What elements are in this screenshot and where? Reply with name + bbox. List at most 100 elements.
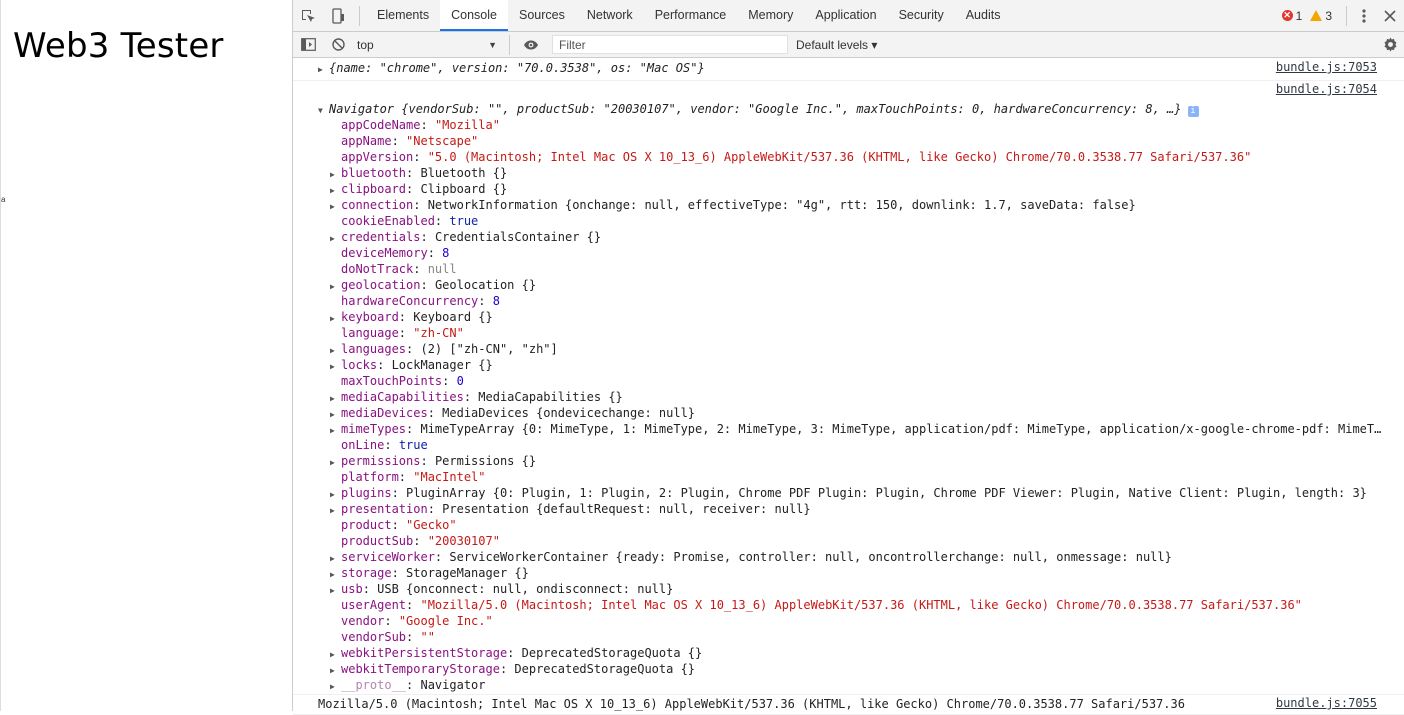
tab-memory[interactable]: Memory bbox=[737, 0, 804, 31]
tab-security[interactable]: Security bbox=[888, 0, 955, 31]
property-row: hardwareConcurrency: 8 bbox=[341, 294, 500, 308]
expand-triangle-icon[interactable]: ▶ bbox=[330, 199, 341, 213]
source-link[interactable]: bundle.js:7054 bbox=[1276, 82, 1377, 96]
devtools-tabbar: Elements Console Sources Network Perform… bbox=[293, 0, 1404, 32]
console-message-1: bundle.js:7053 ▶ {name: "chrome", version… bbox=[293, 57, 1404, 81]
expand-triangle-icon[interactable]: ▶ bbox=[330, 167, 341, 181]
property-row: deviceMemory: 8 bbox=[341, 246, 450, 260]
property-value: DeprecatedStorageQuota {} bbox=[521, 646, 703, 660]
property-row[interactable]: ▶ geolocation: Geolocation {} bbox=[330, 277, 1404, 293]
property-row[interactable]: ▶ permissions: Permissions {} bbox=[330, 453, 1404, 469]
property-row[interactable]: ▶ mimeTypes: MimeTypeArray {0: MimeType, … bbox=[330, 421, 1404, 437]
expand-triangle-icon[interactable]: ▶ bbox=[330, 663, 341, 677]
source-link[interactable]: bundle.js:7055 bbox=[1276, 696, 1377, 710]
expand-triangle-icon[interactable]: ▶ bbox=[330, 583, 341, 597]
console-message-3: bundle.js:7055 Mozilla/5.0 (Macintosh; I… bbox=[293, 695, 1404, 715]
property-row[interactable]: ▶ __proto__: Navigator bbox=[330, 677, 1404, 693]
tab-audits[interactable]: Audits bbox=[955, 0, 1012, 31]
property-row[interactable]: ▶ serviceWorker: ServiceWorkerContainer {… bbox=[330, 549, 1404, 565]
property-key: bluetooth bbox=[341, 166, 407, 180]
property-key: productSub bbox=[341, 534, 414, 548]
device-toolbar-icon[interactable] bbox=[323, 0, 353, 31]
property-row: vendor: "Google Inc." bbox=[341, 614, 493, 628]
property-key: serviceWorker bbox=[341, 550, 435, 564]
context-selector[interactable]: top ▼ bbox=[353, 35, 503, 55]
property-row[interactable]: ▶ credentials: CredentialsContainer {} bbox=[330, 229, 1404, 245]
property-key: cookieEnabled bbox=[341, 214, 435, 228]
toolbar-separator bbox=[509, 34, 510, 55]
expand-triangle-icon[interactable]: ▶ bbox=[330, 359, 341, 373]
expand-triangle-icon[interactable]: ▶ bbox=[330, 503, 341, 517]
error-count: 1 bbox=[1295, 8, 1303, 23]
property-row[interactable]: ▶ webkitPersistentStorage: DeprecatedStor… bbox=[330, 645, 1404, 661]
expand-triangle-icon[interactable]: ▶ bbox=[318, 62, 329, 76]
collapse-triangle-icon[interactable]: ▼ bbox=[318, 103, 329, 117]
warning-counter[interactable]: 3 bbox=[1310, 9, 1332, 23]
expand-triangle-icon[interactable]: ▶ bbox=[330, 311, 341, 325]
devtools-panel: Elements Console Sources Network Perform… bbox=[292, 0, 1404, 715]
expand-triangle-icon[interactable]: ▶ bbox=[330, 423, 341, 437]
error-counter[interactable]: ✕ 1 bbox=[1281, 8, 1303, 23]
property-key: storage bbox=[341, 566, 392, 580]
property-key: mediaDevices bbox=[341, 406, 428, 420]
property-value: "20030107" bbox=[427, 534, 500, 548]
property-row: productSub: "20030107" bbox=[341, 534, 500, 548]
property-row[interactable]: ▶ languages: (2) ["zh-CN", "zh"] bbox=[330, 341, 1404, 357]
tab-performance[interactable]: Performance bbox=[644, 0, 738, 31]
property-value: Clipboard {} bbox=[420, 182, 508, 196]
tab-application[interactable]: Application bbox=[804, 0, 887, 31]
expand-triangle-icon[interactable]: ▶ bbox=[330, 567, 341, 581]
property-row[interactable]: ▶ bluetooth: Bluetooth {} bbox=[330, 165, 1404, 181]
property-key: appName bbox=[341, 134, 392, 148]
live-expression-eye-icon[interactable] bbox=[516, 29, 546, 60]
expand-triangle-icon[interactable]: ▶ bbox=[330, 231, 341, 245]
property-value: "5.0 (Macintosh; Intel Mac OS X 10_13_6)… bbox=[427, 150, 1252, 164]
settings-gear-icon[interactable] bbox=[1375, 29, 1404, 60]
property-key: appVersion bbox=[341, 150, 414, 164]
property-row[interactable]: ▶ plugins: PluginArray {0: Plugin, 1: Plu… bbox=[330, 485, 1404, 501]
tab-elements[interactable]: Elements bbox=[366, 0, 440, 31]
property-row[interactable]: ▶ keyboard: Keyboard {} bbox=[330, 309, 1404, 325]
expand-triangle-icon[interactable]: ▶ bbox=[330, 647, 341, 661]
property-row[interactable]: ▶ connection: NetworkInformation {onchang… bbox=[330, 197, 1404, 213]
property-key: geolocation bbox=[341, 278, 421, 292]
sidebar-toggle-icon[interactable] bbox=[293, 29, 323, 60]
property-value: CredentialsContainer {} bbox=[434, 230, 602, 244]
expand-triangle-icon[interactable]: ▶ bbox=[330, 391, 341, 405]
property-row[interactable]: ▶ webkitTemporaryStorage: DeprecatedStora… bbox=[330, 661, 1404, 677]
property-row[interactable]: ▶ presentation: Presentation {defaultRequ… bbox=[330, 501, 1404, 517]
property-value: Navigator bbox=[420, 678, 486, 692]
console-toolbar: top ▼ Filter Default levels ▾ bbox=[293, 32, 1404, 58]
tab-network[interactable]: Network bbox=[576, 0, 644, 31]
expand-triangle-icon[interactable]: ▶ bbox=[330, 679, 341, 693]
property-row[interactable]: ▶ locks: LockManager {} bbox=[330, 357, 1404, 373]
tab-sources[interactable]: Sources bbox=[508, 0, 576, 31]
property-key: locks bbox=[341, 358, 378, 372]
more-options-icon[interactable] bbox=[1353, 0, 1375, 31]
message-text: {name: "chrome", version: "70.0.3538", o… bbox=[329, 61, 705, 75]
property-row: product: "Gecko" bbox=[341, 518, 457, 532]
log-levels-dropdown[interactable]: Default levels ▾ bbox=[796, 38, 877, 52]
property-row[interactable]: ▶ storage: StorageManager {} bbox=[330, 565, 1404, 581]
expand-triangle-icon[interactable]: ▶ bbox=[330, 279, 341, 293]
property-value: (2) ["zh-CN", "zh"] bbox=[420, 342, 558, 356]
expand-triangle-icon[interactable]: ▶ bbox=[330, 407, 341, 421]
property-row[interactable]: ▶ clipboard: Clipboard {} bbox=[330, 181, 1404, 197]
expand-triangle-icon[interactable]: ▶ bbox=[330, 183, 341, 197]
expand-triangle-icon[interactable]: ▶ bbox=[330, 343, 341, 357]
page-viewport: Web3 Tester a bbox=[0, 0, 292, 711]
expand-triangle-icon[interactable]: ▶ bbox=[330, 551, 341, 565]
source-link[interactable]: bundle.js:7053 bbox=[1276, 60, 1377, 74]
inspect-element-icon[interactable] bbox=[293, 0, 323, 31]
property-row[interactable]: ▶ usb: USB {onconnect: null, ondisconnect… bbox=[330, 581, 1404, 597]
filter-input[interactable]: Filter bbox=[552, 35, 788, 54]
property-value: "MacIntel" bbox=[413, 470, 486, 484]
property-value: Presentation {defaultRequest: null, rece… bbox=[442, 502, 811, 516]
clear-console-icon[interactable] bbox=[323, 29, 353, 60]
tab-console[interactable]: Console bbox=[440, 0, 508, 31]
expand-triangle-icon[interactable]: ▶ bbox=[330, 487, 341, 501]
property-row[interactable]: ▶ mediaCapabilities: MediaCapabilities {} bbox=[330, 389, 1404, 405]
property-row[interactable]: ▶ mediaDevices: MediaDevices {ondevicecha… bbox=[330, 405, 1404, 421]
expand-triangle-icon[interactable]: ▶ bbox=[330, 455, 341, 469]
close-icon[interactable] bbox=[1375, 0, 1404, 31]
